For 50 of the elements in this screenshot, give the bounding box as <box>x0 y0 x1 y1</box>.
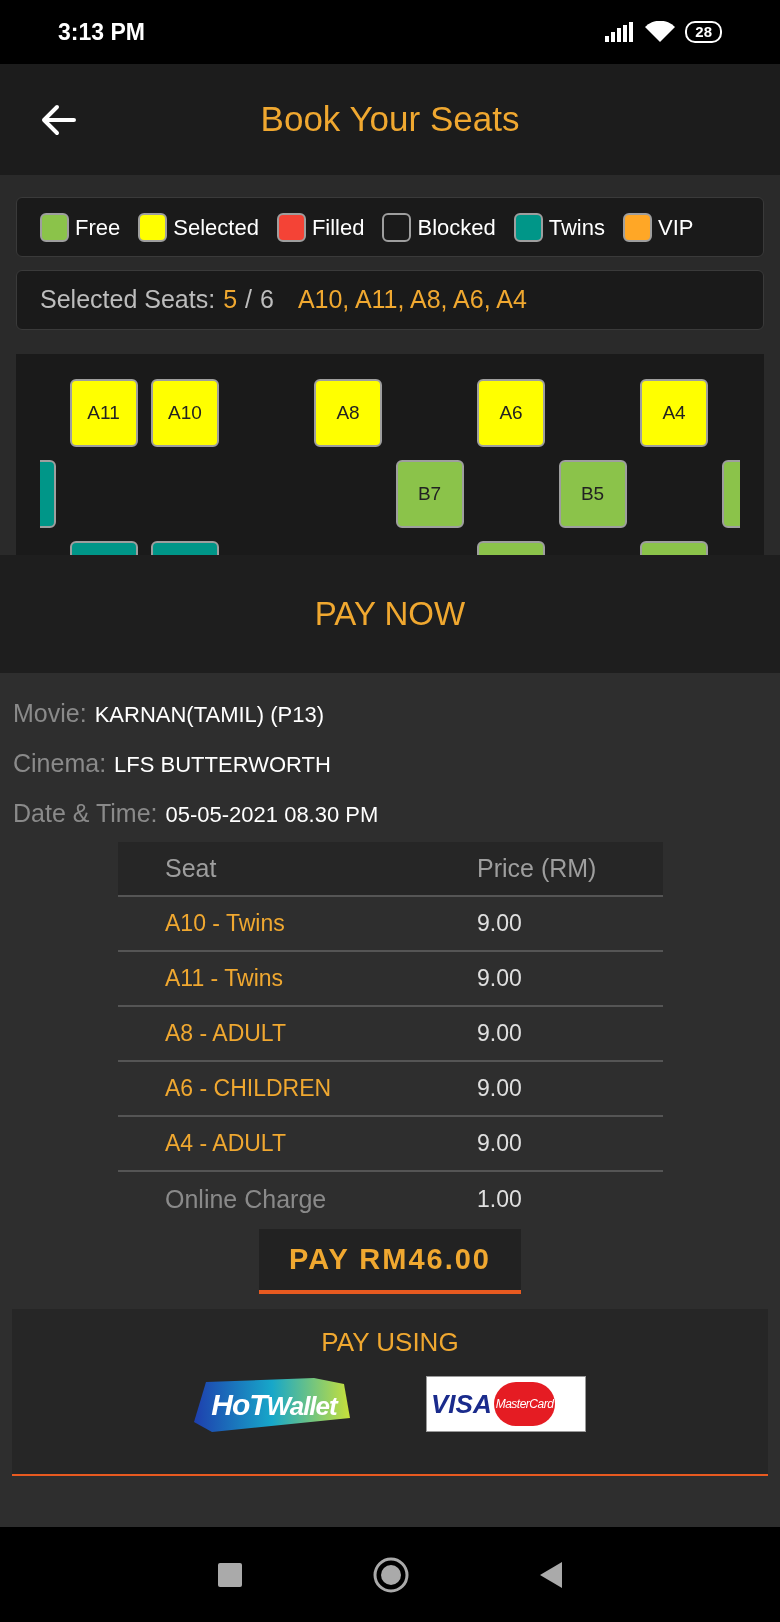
pay-using-title: PAY USING <box>321 1326 459 1359</box>
legend-label: Free <box>75 213 121 242</box>
selected-seat-list: A10, A11, A8, A6, A4 <box>297 281 527 319</box>
seat-cell-text: A6 - CHILDREN <box>164 1074 333 1104</box>
selection-count: 5 <box>223 284 238 316</box>
separator: / <box>245 284 252 316</box>
seat[interactable]: A11 <box>69 379 138 447</box>
legend-label: Selected <box>173 213 259 242</box>
price-cell-text: 9.00 <box>477 909 522 939</box>
home-icon[interactable] <box>372 1555 410 1594</box>
selection-label: Selected Seats: <box>40 284 216 316</box>
wifi-icon <box>645 21 676 43</box>
status-time: 3:13 PM <box>58 17 145 47</box>
detail-value: KARNAN(TAMIL) (P13) <box>94 701 325 729</box>
price-cell-text: 9.00 <box>477 1019 522 1049</box>
price-cell-text: 9.00 <box>477 1129 522 1159</box>
seat[interactable]: A8 <box>314 379 382 447</box>
detail-value: 05-05-2021 08.30 PM <box>165 801 379 829</box>
seat-cell-text: A4 - ADULT <box>164 1129 287 1159</box>
column-header: Seat <box>164 852 218 884</box>
legend-label: Twins <box>548 213 605 242</box>
detail-label: Date & Time: <box>13 798 158 829</box>
seat-cell-text: A8 - ADULT <box>164 1019 287 1049</box>
price-cell-text: 9.00 <box>477 1074 522 1104</box>
legend-label: VIP <box>658 213 694 242</box>
seat[interactable]: B5 <box>558 460 627 528</box>
detail-label: Cinema: <box>13 748 107 779</box>
back-arrow-icon[interactable] <box>40 103 76 136</box>
seat[interactable]: A10 <box>151 379 219 447</box>
page-title: Book Your Seats <box>260 98 520 141</box>
seat[interactable]: A6 <box>477 379 545 447</box>
pay-button[interactable]: PAY RM46.00 <box>259 1229 521 1294</box>
legend-label: Blocked <box>417 213 496 242</box>
recents-icon[interactable] <box>218 1562 242 1587</box>
price-cell-text: 9.00 <box>477 964 522 994</box>
selection-max: 6 <box>260 284 274 316</box>
column-header: Price (RM) <box>477 852 597 884</box>
battery-icon: 28 <box>685 21 722 43</box>
seat[interactable]: B7 <box>395 460 464 528</box>
legend-label: Filled <box>311 213 365 242</box>
seat-cell-text: Online Charge <box>164 1183 328 1215</box>
seat-cell-text: A11 - Twins <box>164 964 285 994</box>
detail-label: Movie: <box>13 698 87 729</box>
back-icon[interactable] <box>540 1561 562 1588</box>
price-cell-text: 1.00 <box>477 1185 522 1215</box>
seat-cell-text: A10 - Twins <box>164 909 286 939</box>
pay-now-button[interactable]: PAY NOW <box>314 589 466 639</box>
seat[interactable]: A4 <box>640 379 708 447</box>
signal-icon <box>605 22 636 42</box>
detail-value: LFS BUTTERWORTH <box>114 751 331 779</box>
